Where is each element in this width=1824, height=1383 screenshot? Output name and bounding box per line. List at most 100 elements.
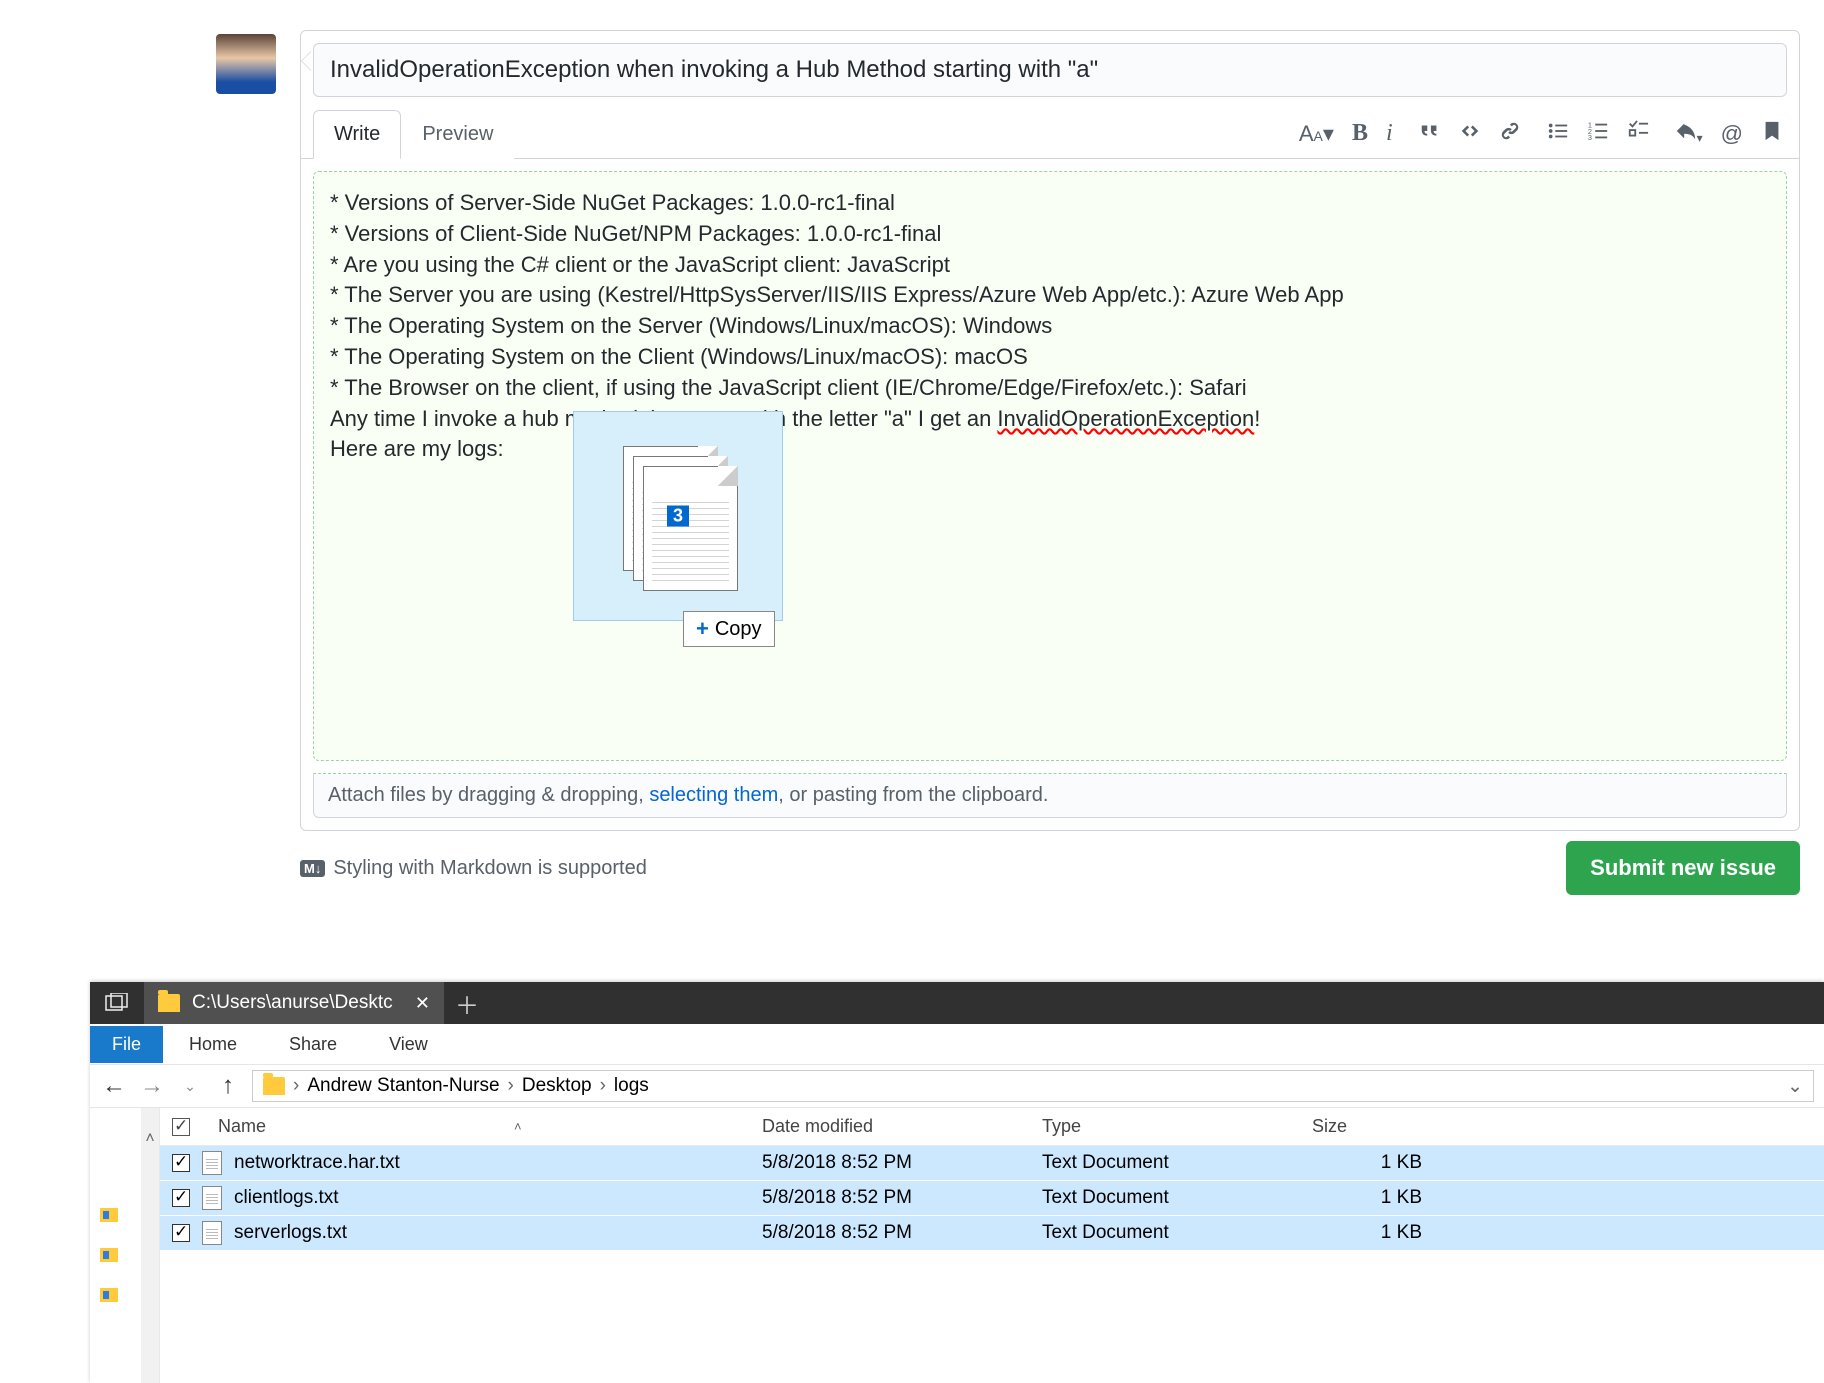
select-all-checkbox[interactable]: [172, 1118, 190, 1136]
nav-back-button[interactable]: ←: [100, 1072, 128, 1100]
body-line: * The Operating System on the Client (Wi…: [330, 342, 1770, 373]
markdown-icon: M↓: [300, 860, 325, 877]
body-line: * The Operating System on the Server (Wi…: [330, 311, 1770, 342]
file-row[interactable]: serverlogs.txt 5/8/2018 8:52 PM Text Doc…: [160, 1216, 1824, 1251]
mention-icon[interactable]: @: [1721, 121, 1743, 147]
file-list: Name ˄ Date modified Type Size networktr…: [160, 1108, 1824, 1383]
bookmark-icon[interactable]: [1761, 120, 1783, 148]
row-checkbox[interactable]: [172, 1154, 190, 1172]
spell-error: InvalidOperationException: [997, 406, 1254, 431]
file-name: clientlogs.txt: [234, 1187, 339, 1209]
file-size: 1 KB: [1312, 1187, 1442, 1209]
file-date: 5/8/2018 8:52 PM: [762, 1152, 1042, 1174]
body-line: * The Server you are using (Kestrel/Http…: [330, 280, 1770, 311]
editor-tabs: Write Preview AA▾ B i 123: [301, 109, 1799, 159]
plus-icon: +: [696, 616, 709, 642]
text-size-icon[interactable]: AA▾: [1299, 121, 1334, 147]
issue-body-wrapper: * Versions of Server-Side NuGet Packages…: [313, 171, 1787, 761]
file-explorer-window: C:\Users\anurse\Desktc ✕ ＋ File Home Sha…: [90, 982, 1824, 1383]
col-date[interactable]: Date modified: [762, 1116, 1042, 1137]
avatar: [216, 34, 276, 94]
tab-title: C:\Users\anurse\Desktc: [192, 992, 393, 1014]
chevron-down-icon[interactable]: ⌄: [1787, 1075, 1803, 1098]
body-line: * Versions of Client-Side NuGet/NPM Pack…: [330, 219, 1770, 250]
nav-bar: ← → ⌄ ↑ › Andrew Stanton-Nurse › Desktop…: [90, 1064, 1824, 1108]
file-type: Text Document: [1042, 1187, 1312, 1209]
breadcrumb[interactable]: › Andrew Stanton-Nurse › Desktop › logs …: [252, 1070, 1814, 1102]
ribbon-file-button[interactable]: File: [90, 1026, 163, 1063]
folder-icon: [158, 994, 180, 1012]
row-checkbox[interactable]: [172, 1189, 190, 1207]
folder-icon: [263, 1077, 285, 1095]
sidebar-folder-icon[interactable]: [100, 1248, 118, 1262]
breadcrumb-item[interactable]: logs: [614, 1075, 649, 1097]
ribbon-home[interactable]: Home: [163, 1026, 263, 1063]
ribbon: File Home Share View: [90, 1024, 1824, 1064]
numbered-list-icon[interactable]: 123: [1587, 120, 1609, 148]
file-size: 1 KB: [1312, 1152, 1442, 1174]
nav-up-button[interactable]: ↑: [214, 1072, 242, 1100]
column-headers[interactable]: Name ˄ Date modified Type Size: [160, 1108, 1824, 1146]
issue-body-textarea[interactable]: * Versions of Server-Side NuGet Packages…: [313, 171, 1787, 761]
file-row[interactable]: networktrace.har.txt 5/8/2018 8:52 PM Te…: [160, 1146, 1824, 1181]
text-file-icon: [202, 1221, 222, 1245]
col-name[interactable]: Name: [218, 1116, 266, 1137]
ribbon-view[interactable]: View: [363, 1026, 454, 1063]
text-file-icon: [202, 1151, 222, 1175]
bullet-list-icon[interactable]: [1547, 120, 1569, 148]
formatting-toolbar: AA▾ B i 123 ▾ @: [1299, 120, 1783, 148]
nav-recent-button[interactable]: ⌄: [176, 1072, 204, 1100]
bold-icon[interactable]: B: [1352, 120, 1368, 147]
file-size: 1 KB: [1312, 1222, 1442, 1244]
file-row[interactable]: clientlogs.txt 5/8/2018 8:52 PM Text Doc…: [160, 1181, 1824, 1216]
quote-icon[interactable]: [1419, 120, 1441, 148]
file-type: Text Document: [1042, 1222, 1312, 1244]
svg-text:3: 3: [1588, 133, 1592, 142]
drag-preview: 3: [573, 411, 783, 621]
new-tab-button[interactable]: ＋: [444, 982, 490, 1024]
sort-caret-icon: ˄: [514, 1119, 522, 1134]
body-line: * Are you using the C# client or the Jav…: [330, 250, 1770, 281]
tab-preview[interactable]: Preview: [401, 110, 514, 159]
explorer-tab[interactable]: C:\Users\anurse\Desktc ✕: [144, 982, 444, 1024]
reply-icon[interactable]: ▾: [1675, 120, 1703, 148]
task-list-icon[interactable]: [1627, 120, 1649, 148]
link-icon[interactable]: [1499, 120, 1521, 148]
breadcrumb-item[interactable]: Desktop: [522, 1075, 592, 1097]
drag-count-badge: 3: [667, 506, 689, 527]
sidebar-folder-icon[interactable]: [100, 1208, 118, 1222]
markdown-note[interactable]: M↓ Styling with Markdown is supported: [300, 857, 647, 880]
issue-form: Write Preview AA▾ B i 123: [300, 30, 1800, 905]
body-line: * The Browser on the client, if using th…: [330, 373, 1770, 404]
close-tab-button[interactable]: ✕: [415, 993, 430, 1014]
form-footer: M↓ Styling with Markdown is supported Su…: [300, 831, 1800, 905]
ribbon-share[interactable]: Share: [263, 1026, 363, 1063]
drag-copy-label: + Copy: [683, 611, 775, 647]
nav-forward-button[interactable]: →: [138, 1072, 166, 1100]
sidebar-folder-icon[interactable]: [100, 1288, 118, 1302]
explorer-tabbar: C:\Users\anurse\Desktc ✕ ＋: [90, 982, 1824, 1024]
issue-title-input[interactable]: [313, 43, 1787, 97]
task-view-button[interactable]: [90, 982, 144, 1024]
file-date: 5/8/2018 8:52 PM: [762, 1187, 1042, 1209]
select-files-link[interactable]: selecting them: [649, 784, 778, 806]
file-type: Text Document: [1042, 1152, 1312, 1174]
body-line: Here are my logs:: [330, 434, 1770, 465]
italic-icon[interactable]: i: [1386, 120, 1393, 147]
col-type[interactable]: Type: [1042, 1116, 1312, 1137]
sidebar-scrollbar[interactable]: ˄: [141, 1108, 159, 1383]
attach-hint: Attach files by dragging & dropping, sel…: [313, 773, 1787, 818]
tab-write[interactable]: Write: [313, 110, 401, 159]
code-icon[interactable]: [1459, 120, 1481, 148]
text-file-icon: [202, 1186, 222, 1210]
breadcrumb-item[interactable]: Andrew Stanton-Nurse: [307, 1075, 499, 1097]
submit-issue-button[interactable]: Submit new issue: [1566, 841, 1800, 895]
file-name: networktrace.har.txt: [234, 1152, 400, 1174]
row-checkbox[interactable]: [172, 1224, 190, 1242]
comment-box: Write Preview AA▾ B i 123: [300, 30, 1800, 831]
body-line: Any time I invoke a hub method that star…: [330, 404, 1770, 435]
file-name: serverlogs.txt: [234, 1222, 347, 1244]
col-size[interactable]: Size: [1312, 1116, 1442, 1137]
explorer-sidebar: ˄: [90, 1108, 160, 1383]
body-line: * Versions of Server-Side NuGet Packages…: [330, 188, 1770, 219]
